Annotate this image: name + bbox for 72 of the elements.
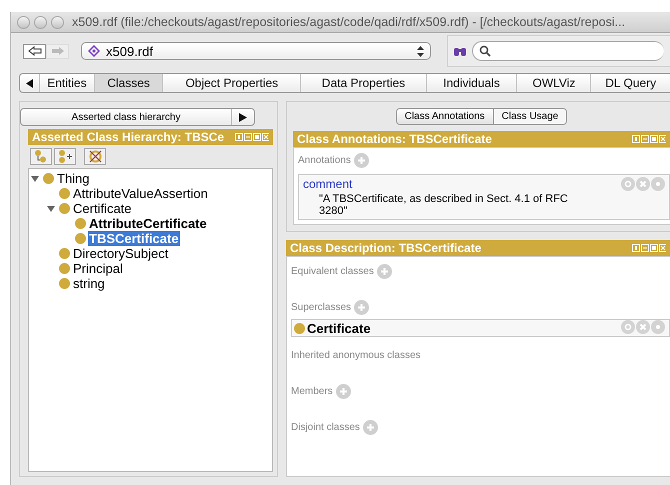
section-label: Annotations: [298, 154, 351, 166]
tree-item[interactable]: Principal: [72, 261, 124, 276]
view-title: Class Description: TBSCertificate: [290, 241, 482, 255]
back-arrow-icon: [28, 46, 42, 56]
class-icon: [59, 188, 70, 199]
back-button[interactable]: [23, 44, 46, 58]
class-icon: [75, 233, 86, 244]
class-icon: [59, 263, 70, 274]
view-title: Class Annotations: TBSCertificate: [297, 132, 492, 146]
class-row[interactable]: Certificate: [291, 319, 670, 337]
view-title: Asserted Class Hierarchy: TBSCe: [32, 130, 224, 144]
view-controls-icon[interactable]: [632, 135, 666, 143]
close-light[interactable]: [17, 16, 30, 28]
add-icon[interactable]: [362, 420, 378, 434]
add-icon[interactable]: [376, 264, 392, 278]
right-triangle-icon: [239, 112, 247, 122]
tab[interactable]: Classes: [94, 74, 162, 92]
tree-item[interactable]: TBSCertificate: [88, 231, 180, 246]
search-icon: [479, 45, 491, 57]
section-label: Superclasses: [291, 302, 352, 312]
search-field[interactable]: [472, 41, 664, 61]
tree-item[interactable]: Thing: [56, 171, 91, 186]
tab[interactable]: Individuals: [426, 74, 516, 92]
forward-arrow-icon: [50, 46, 64, 56]
tab[interactable]: Class Usage: [494, 109, 566, 124]
tab[interactable]: DL Query: [590, 74, 670, 92]
expanded-arrow-icon[interactable]: [47, 204, 55, 212]
delete-icon[interactable]: [636, 320, 650, 334]
tab[interactable]: Object Properties: [162, 74, 300, 92]
edit-icon[interactable]: [651, 320, 665, 334]
add-sibling-button[interactable]: [54, 148, 76, 165]
delete-icon[interactable]: [636, 177, 650, 191]
class-icon: [59, 203, 70, 214]
view-controls-icon[interactable]: [632, 244, 666, 252]
delete-class-button[interactable]: [84, 148, 106, 165]
tree-item[interactable]: string: [72, 276, 106, 291]
left-triangle-icon: [26, 78, 33, 88]
zoom-light[interactable]: [51, 16, 64, 28]
section-label: Disjoint classes: [291, 422, 360, 432]
view-selector[interactable]: Asserted class hierarchy: [20, 108, 255, 126]
binoculars-icon[interactable]: [454, 46, 466, 56]
annotate-icon[interactable]: [621, 177, 635, 191]
ontology-dropdown[interactable]: x509.rdf: [81, 42, 431, 60]
class-icon: [59, 248, 70, 259]
add-icon[interactable]: [354, 300, 370, 314]
add-icon[interactable]: [336, 384, 351, 398]
annotation-value: "A TBSCertificate, as described in Sect. 4.1 of RFC 3280": [319, 193, 569, 217]
annotation-property[interactable]: comment: [303, 177, 579, 191]
class-icon: [43, 173, 54, 184]
class-icon: [59, 278, 70, 289]
window-title: x509.rdf (file:/checkouts/agast/repositories/agast/code/qadi/rdf/x509.rdf) - [/checkouts/agast/reposi...: [72, 15, 626, 29]
tab[interactable]: Data Properties: [300, 74, 426, 92]
view-controls-icon[interactable]: [235, 133, 269, 141]
expanded-arrow-icon[interactable]: [31, 174, 39, 182]
section-label: Equivalent classes: [291, 266, 374, 276]
tree-item[interactable]: Certificate: [72, 201, 133, 216]
class-icon: [294, 322, 305, 334]
tree-item[interactable]: AttributeValueAssertion: [72, 186, 209, 201]
tree-item[interactable]: AttributeCertificate: [88, 216, 208, 231]
section-label: Inherited anonymous classes: [291, 350, 421, 360]
section-label: Members: [291, 386, 333, 396]
ontology-icon: [88, 45, 100, 57]
stepper-icon: [417, 46, 424, 56]
class-icon: [75, 218, 86, 229]
add-icon[interactable]: [354, 152, 369, 168]
edit-icon[interactable]: [651, 177, 665, 191]
annotate-icon[interactable]: [621, 320, 635, 334]
class-name: Certificate: [307, 320, 372, 336]
tab[interactable]: Class Annotations: [396, 109, 494, 124]
tree-item[interactable]: DirectorySubject: [72, 246, 170, 261]
minimize-light[interactable]: [34, 16, 47, 28]
tab[interactable]: OWLViz: [516, 74, 590, 92]
